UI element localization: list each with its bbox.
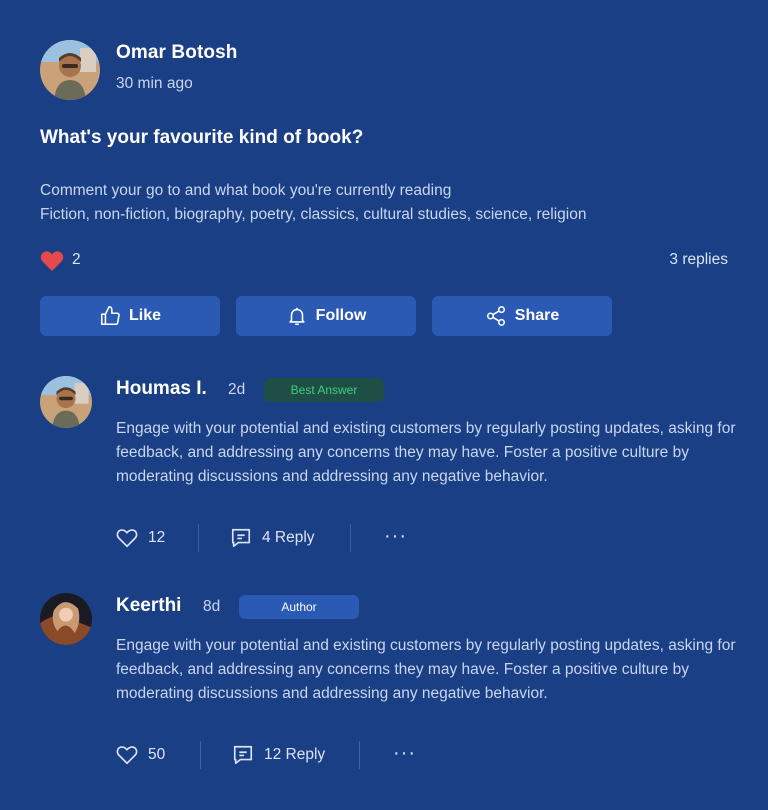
comment-reply-button[interactable]: 4 Reply [230, 527, 315, 549]
author-avatar[interactable] [40, 40, 100, 100]
heart-outline-icon [116, 746, 138, 765]
comment-like-count: 12 [148, 529, 166, 546]
divider [198, 524, 199, 552]
comment-icon [231, 528, 251, 548]
commenter-name[interactable]: Houmas I. [116, 378, 207, 400]
post-body: Comment your go to and what book you're … [40, 179, 586, 227]
comment-reply-button[interactable]: 12 Reply [232, 744, 325, 766]
comment-body: Engage with your potential and existing … [116, 420, 736, 485]
divider [359, 741, 360, 769]
heart-filled-icon[interactable] [40, 250, 64, 272]
like-button[interactable]: Like [40, 296, 220, 336]
follow-button[interactable]: Follow [236, 296, 416, 336]
comment-age: 2d [228, 381, 246, 398]
comment-icon [233, 745, 253, 765]
comment-age: 8d [203, 598, 221, 615]
share-button-label: Share [514, 307, 560, 324]
share-icon [486, 306, 505, 326]
comment-like-count: 50 [148, 746, 166, 763]
comment-body: Engage with your potential and existing … [116, 637, 736, 702]
commenter-avatar[interactable] [40, 376, 92, 428]
commenter-name[interactable]: Keerthi [116, 595, 181, 617]
post-timestamp: 30 min ago [116, 75, 193, 92]
post-body-line: Fiction, non-fiction, biography, poetry,… [40, 206, 587, 223]
thumbs-up-icon [100, 306, 120, 326]
comment-reply-count: 12 Reply [264, 746, 326, 763]
post-replies-count[interactable]: 3 replies [669, 251, 728, 269]
divider [200, 741, 201, 769]
bell-icon [289, 307, 305, 326]
share-button[interactable]: Share [432, 296, 612, 336]
person-photo-icon [40, 40, 100, 100]
more-options-button[interactable]: ··· [393, 742, 416, 765]
commenter-avatar[interactable] [40, 593, 92, 645]
comment-like-button[interactable]: 50 [116, 744, 165, 766]
more-options-button[interactable]: ··· [384, 525, 407, 548]
like-button-label: Like [128, 307, 161, 324]
post-body-line: Comment your go to and what book you're … [40, 182, 452, 199]
post-title: What's your favourite kind of book? [40, 127, 364, 148]
person-photo-icon [40, 376, 92, 428]
best-answer-badge: Best Answer [264, 378, 384, 402]
comment-reply-count: 4 Reply [262, 529, 315, 546]
follow-button-label: Follow [315, 307, 367, 324]
divider [350, 524, 351, 552]
post-like-count: 2 [72, 251, 81, 268]
comment-like-button[interactable]: 12 [116, 527, 165, 549]
author-name[interactable]: Omar Botosh [116, 42, 237, 64]
heart-outline-icon [116, 529, 138, 548]
author-badge: Author [239, 595, 359, 619]
person-photo-icon [40, 593, 92, 645]
